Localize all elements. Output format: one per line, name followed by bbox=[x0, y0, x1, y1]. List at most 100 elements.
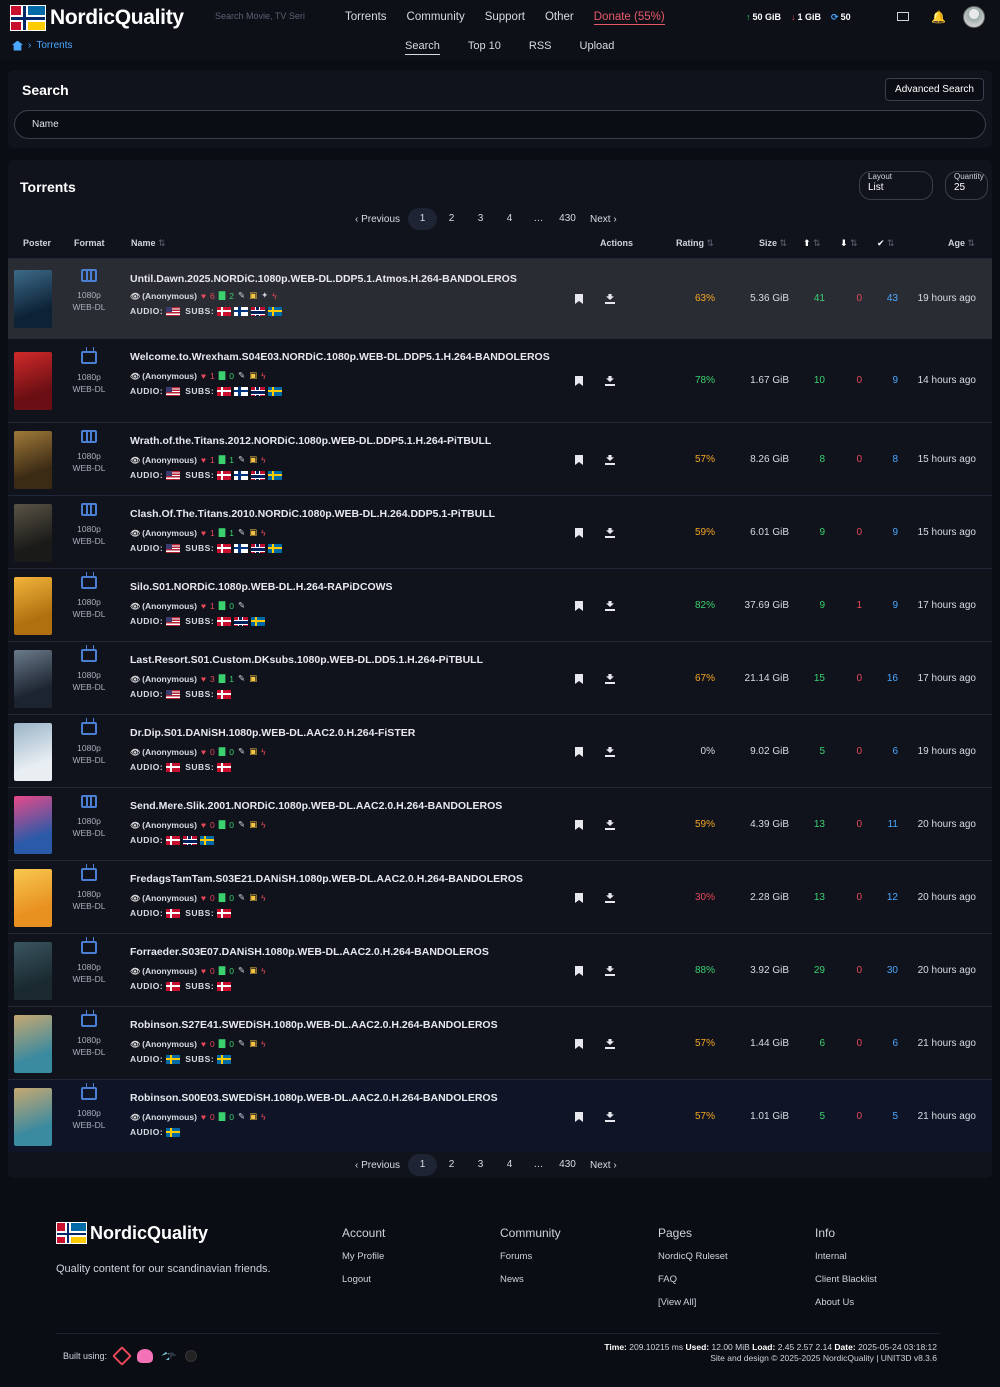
footer-logo[interactable]: NordicQuality bbox=[56, 1222, 208, 1244]
torrent-name-link[interactable]: Wrath.of.the.Titans.2012.NORDiC.1080p.WE… bbox=[130, 433, 550, 449]
avatar[interactable] bbox=[963, 6, 985, 28]
tab-rss[interactable]: RSS bbox=[529, 40, 552, 55]
leechers[interactable]: 0 bbox=[833, 527, 862, 538]
bell-icon[interactable]: 🔔 bbox=[931, 10, 946, 24]
next-page-button[interactable]: Next › bbox=[582, 214, 625, 225]
next-page-button-bottom[interactable]: Next › bbox=[582, 1160, 625, 1171]
leechers[interactable]: 0 bbox=[833, 892, 862, 903]
col-rating[interactable]: Rating bbox=[676, 238, 714, 249]
uploader[interactable]: (Anonymous) bbox=[130, 601, 197, 611]
bookmark-icon[interactable] bbox=[575, 1112, 583, 1122]
page-3[interactable]: 3 bbox=[466, 208, 495, 230]
bookmark-icon[interactable] bbox=[575, 376, 583, 386]
page-430-bottom[interactable]: 430 bbox=[553, 1154, 582, 1176]
advanced-search-button[interactable]: Advanced Search bbox=[885, 78, 984, 101]
site-logo[interactable]: NordicQuality bbox=[10, 5, 184, 31]
table-row[interactable]: 1080p WEB-DL Silo.S01.NORDiC.1080p.WEB-DL.… bbox=[8, 568, 992, 641]
page-2-bottom[interactable]: 2 bbox=[437, 1154, 466, 1176]
page-430[interactable]: 430 bbox=[553, 208, 582, 230]
leechers[interactable]: 0 bbox=[833, 1111, 862, 1122]
download-icon[interactable] bbox=[605, 528, 615, 538]
table-row[interactable]: 1080p WEB-DL FredagsTamTam.S03E21.DANiSH.1… bbox=[8, 860, 992, 933]
download-icon[interactable] bbox=[605, 893, 615, 903]
page-4[interactable]: 4 bbox=[495, 208, 524, 230]
bookmark-icon[interactable] bbox=[575, 747, 583, 757]
completed[interactable]: 16 bbox=[870, 673, 898, 684]
table-row[interactable]: 1080p WEB-DL Last.Resort.S01.Custom.DKsubs… bbox=[8, 641, 992, 714]
leechers[interactable]: 0 bbox=[833, 293, 862, 304]
poster-image[interactable] bbox=[14, 270, 52, 328]
completed[interactable]: 12 bbox=[870, 892, 898, 903]
page-2[interactable]: 2 bbox=[437, 208, 466, 230]
col-seeders[interactable]: ⬆ bbox=[803, 238, 821, 249]
home-icon[interactable] bbox=[12, 40, 23, 51]
footer-link-forums[interactable]: Forums bbox=[500, 1251, 561, 1262]
seeders[interactable]: 5 bbox=[798, 746, 825, 757]
leechers[interactable]: 0 bbox=[833, 673, 862, 684]
nav-support[interactable]: Support bbox=[485, 11, 525, 25]
seeders[interactable]: 29 bbox=[798, 965, 825, 976]
completed[interactable]: 9 bbox=[870, 375, 898, 386]
name-search-input[interactable]: Name bbox=[14, 110, 986, 139]
torrent-name-link[interactable]: Send.Mere.Slik.2001.NORDiC.1080p.WEB-DL.… bbox=[130, 798, 550, 814]
poster-image[interactable] bbox=[14, 577, 52, 635]
torrent-name-link[interactable]: Silo.S01.NORDiC.1080p.WEB-DL.H.264-RAPiD… bbox=[130, 579, 550, 595]
poster-image[interactable] bbox=[14, 796, 52, 854]
completed[interactable]: 43 bbox=[870, 293, 898, 304]
layout-select[interactable]: Layout List bbox=[859, 171, 933, 200]
bookmark-icon[interactable] bbox=[575, 1039, 583, 1049]
prev-page-button-bottom[interactable]: ‹ Previous bbox=[347, 1160, 408, 1171]
download-icon[interactable] bbox=[605, 455, 615, 465]
poster-image[interactable] bbox=[14, 650, 52, 708]
bookmark-icon[interactable] bbox=[575, 601, 583, 611]
col-size[interactable]: Size bbox=[759, 238, 787, 249]
download-icon[interactable] bbox=[605, 1039, 615, 1049]
table-row[interactable]: 1080p WEB-DL Welcome.to.Wrexham.S04E03.NOR… bbox=[8, 338, 992, 422]
completed[interactable]: 9 bbox=[870, 527, 898, 538]
tab-top10[interactable]: Top 10 bbox=[468, 40, 501, 55]
bookmark-icon[interactable] bbox=[575, 674, 583, 684]
completed[interactable]: 8 bbox=[870, 454, 898, 465]
table-row[interactable]: 1080p WEB-DL Clash.Of.The.Titans.2010.NORD… bbox=[8, 495, 992, 568]
leechers[interactable]: 0 bbox=[833, 1038, 862, 1049]
nav-torrents[interactable]: Torrents bbox=[345, 11, 387, 25]
page-3-bottom[interactable]: 3 bbox=[466, 1154, 495, 1176]
torrent-name-link[interactable]: Forraeder.S03E07.DANiSH.1080p.WEB-DL.AAC… bbox=[130, 944, 550, 960]
torrent-name-link[interactable]: Until.Dawn.2025.NORDiC.1080p.WEB-DL.DDP5… bbox=[130, 271, 550, 287]
uploader[interactable]: (Anonymous) bbox=[130, 1039, 197, 1049]
bookmark-icon[interactable] bbox=[575, 966, 583, 976]
table-row[interactable]: 1080p WEB-DL Wrath.of.the.Titans.2012.NORD… bbox=[8, 422, 992, 495]
uploader[interactable]: (Anonymous) bbox=[130, 371, 197, 381]
leechers[interactable]: 0 bbox=[833, 746, 862, 757]
completed[interactable]: 5 bbox=[870, 1111, 898, 1122]
footer-link-faq[interactable]: FAQ bbox=[658, 1274, 728, 1285]
nav-community[interactable]: Community bbox=[407, 11, 465, 25]
laravel-icon[interactable] bbox=[112, 1346, 132, 1366]
seeders[interactable]: 10 bbox=[798, 375, 825, 386]
leechers[interactable]: 1 bbox=[833, 600, 862, 611]
uploader[interactable]: (Anonymous) bbox=[130, 820, 197, 830]
quantity-select[interactable]: Quantity 25 bbox=[945, 171, 988, 200]
download-icon[interactable] bbox=[605, 376, 615, 386]
nav-donate[interactable]: Donate (55%) bbox=[593, 11, 665, 25]
bookmark-icon[interactable] bbox=[575, 820, 583, 830]
github-icon[interactable] bbox=[185, 1350, 198, 1362]
uploader[interactable]: (Anonymous) bbox=[130, 747, 197, 757]
page-1[interactable]: 1 bbox=[408, 208, 438, 230]
download-icon[interactable] bbox=[605, 601, 615, 611]
poster-image[interactable] bbox=[14, 431, 52, 489]
footer-link-internal[interactable]: Internal bbox=[815, 1251, 877, 1262]
bookmark-icon[interactable] bbox=[575, 294, 583, 304]
download-icon[interactable] bbox=[605, 966, 615, 976]
torrent-name-link[interactable]: Robinson.S27E41.SWEDiSH.1080p.WEB-DL.AAC… bbox=[130, 1017, 550, 1033]
poster-image[interactable] bbox=[14, 723, 52, 781]
torrent-name-link[interactable]: Dr.Dip.S01.DANiSH.1080p.WEB-DL.AAC2.0.H.… bbox=[130, 725, 550, 741]
table-row[interactable]: 1080p WEB-DL Robinson.S00E03.SWEDiSH.1080p… bbox=[8, 1079, 992, 1152]
seeders[interactable]: 41 bbox=[798, 293, 825, 304]
leechers[interactable]: 0 bbox=[833, 454, 862, 465]
download-icon[interactable] bbox=[605, 820, 615, 830]
uploader[interactable]: (Anonymous) bbox=[130, 455, 197, 465]
uploader[interactable]: (Anonymous) bbox=[130, 1112, 197, 1122]
col-name[interactable]: Name bbox=[131, 238, 166, 249]
table-row[interactable]: 1080p WEB-DL Forraeder.S03E07.DANiSH.1080p… bbox=[8, 933, 992, 1006]
